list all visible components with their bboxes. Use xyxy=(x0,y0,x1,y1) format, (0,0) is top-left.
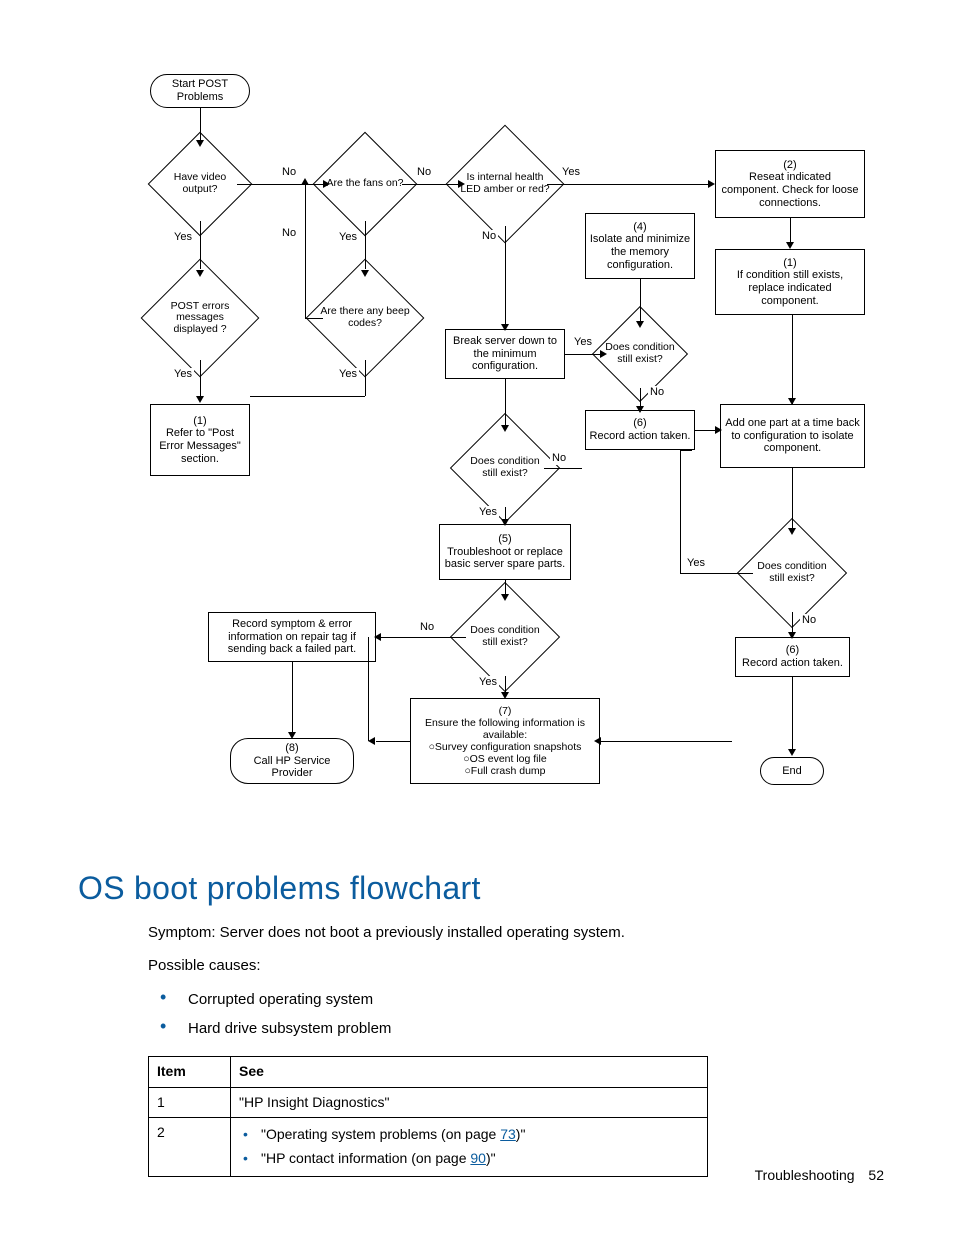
page-link[interactable]: 73 xyxy=(500,1126,516,1142)
decision-led: Is internal health LED amber or red? xyxy=(463,142,547,226)
terminator-callhp: (8) Call HP Service Provider xyxy=(230,738,354,784)
process-addone: Add one part at a time back to configura… xyxy=(720,404,865,468)
edge-yes: Yes xyxy=(477,676,499,689)
decision-cond-c1: Does condition still exist? xyxy=(466,429,544,507)
process-ensure: (7) Ensure the following information is … xyxy=(410,698,600,784)
cell-item: 2 xyxy=(149,1118,231,1176)
label: (1) If condition still exists, replace i… xyxy=(719,257,861,308)
col-item: Item xyxy=(149,1057,231,1088)
decision-beep: Are there any beep codes? xyxy=(323,276,407,360)
terminator-end: End xyxy=(760,757,824,785)
label: Start POST Problems xyxy=(154,78,246,103)
decision-fans: Are the fans on? xyxy=(328,147,402,221)
decision-cond-r1: Does condition still exist? xyxy=(606,320,674,388)
text: )" xyxy=(516,1126,526,1142)
cell-see: "HP Insight Diagnostics" xyxy=(231,1087,708,1118)
process-record-symptom: Record symptom & error information on re… xyxy=(208,612,376,662)
section-os-boot: OS boot problems flowchart Symptom: Serv… xyxy=(78,870,878,1177)
label: Have video output? xyxy=(155,139,245,229)
process-trouble: (5) Troubleshoot or replace basic server… xyxy=(439,524,571,580)
label: Does condition still exist? xyxy=(745,526,839,620)
edge-yes: Yes xyxy=(572,336,594,349)
label: (5) Troubleshoot or replace basic server… xyxy=(443,533,567,571)
footer-page: 52 xyxy=(868,1167,884,1183)
edge-yes: Yes xyxy=(337,368,359,381)
cause: Corrupted operating system xyxy=(188,991,373,1008)
process-isolate: (4) Isolate and minimize the memory conf… xyxy=(585,213,695,279)
label: Are the fans on? xyxy=(320,139,410,229)
label: Is internal health LED amber or red? xyxy=(455,134,555,234)
page-footer: Troubleshooting 52 xyxy=(755,1167,884,1183)
edge-no: No xyxy=(418,621,436,634)
label: (4) Isolate and minimize the memory conf… xyxy=(589,221,691,272)
edge-yes: Yes xyxy=(172,368,194,381)
edge-yes: Yes xyxy=(477,506,499,519)
cell-see: "Operating system problems (on page 73)"… xyxy=(231,1118,708,1176)
label: Add one part at a time back to configura… xyxy=(724,417,861,455)
decision-post-errors: POST errors messages displayed ? xyxy=(158,276,242,360)
reference-table: Item See 1 "HP Insight Diagnostics" 2 xyxy=(148,1056,708,1177)
edge-no: No xyxy=(280,227,298,240)
edge-no: No xyxy=(648,386,666,399)
label: Record symptom & error information on re… xyxy=(212,618,372,656)
document-page: Start POST Problems Have video output? N… xyxy=(0,0,954,1235)
table-row: 2 "Operating system problems (on page 73… xyxy=(149,1118,708,1176)
footer-section: Troubleshooting xyxy=(755,1167,855,1183)
label: Break server down to the minimum configu… xyxy=(449,335,561,373)
decision-cond-r2: Does condition still exist? xyxy=(753,534,831,612)
list-item: "Operating system problems (on page 73)" xyxy=(239,1124,699,1146)
label: (6) Record action taken. xyxy=(590,417,691,442)
process-break: Break server down to the minimum configu… xyxy=(445,329,565,379)
cell-item: 1 xyxy=(149,1087,231,1118)
edge-yes: Yes xyxy=(172,231,194,244)
edge-no: No xyxy=(415,166,433,179)
process-refer: (1) Refer to "Post Error Messages" secti… xyxy=(150,404,250,476)
edge-no: No xyxy=(280,166,298,179)
label: (8) Call HP Service Provider xyxy=(234,742,350,780)
label: (7) Ensure the following information is … xyxy=(414,705,596,777)
label: (1) Refer to "Post Error Messages" secti… xyxy=(154,415,246,466)
section-heading: OS boot problems flowchart xyxy=(78,870,878,907)
list-item: Hard drive subsystem problem xyxy=(148,1017,878,1040)
label: (6) Record action taken. xyxy=(742,644,843,669)
process-record-r: (6) Record action taken. xyxy=(585,410,695,450)
text: "HP contact information (on page xyxy=(261,1150,470,1166)
label: Does condition still exist? xyxy=(458,590,552,684)
edge-yes: Yes xyxy=(560,166,582,179)
text: "Operating system problems (on page xyxy=(261,1126,500,1142)
table-row: Item See xyxy=(149,1057,708,1088)
edge-no: No xyxy=(800,614,818,627)
process-reseat: (2) Reseat indicated component. Check fo… xyxy=(715,150,865,218)
edge-no: No xyxy=(480,230,498,243)
text: )" xyxy=(486,1150,496,1166)
edge-yes: Yes xyxy=(685,557,707,570)
flowchart: Start POST Problems Have video output? N… xyxy=(130,74,900,864)
process-record-r2: (6) Record action taken. xyxy=(735,637,850,677)
edge-yes: Yes xyxy=(337,231,359,244)
list-item: Corrupted operating system xyxy=(148,988,878,1011)
table-row: 1 "HP Insight Diagnostics" xyxy=(149,1087,708,1118)
label: End xyxy=(782,765,802,778)
page-link[interactable]: 90 xyxy=(470,1150,486,1166)
symptom-text: Symptom: Server does not boot a previous… xyxy=(148,921,878,944)
process-replace: (1) If condition still exists, replace i… xyxy=(715,249,865,315)
cause: Hard drive subsystem problem xyxy=(188,1020,391,1037)
list-item: "HP contact information (on page 90)" xyxy=(239,1148,699,1170)
decision-cond-c2: Does condition still exist? xyxy=(466,598,544,676)
possible-causes-label: Possible causes: xyxy=(148,954,878,977)
terminator-start: Start POST Problems xyxy=(150,74,250,108)
label: Does condition still exist? xyxy=(458,421,552,515)
decision-video: Have video output? xyxy=(163,147,237,221)
edge-no: No xyxy=(550,452,568,465)
label: Are there any beep codes? xyxy=(315,268,415,368)
label: (2) Reseat indicated component. Check fo… xyxy=(719,159,861,210)
causes-list: Corrupted operating system Hard drive su… xyxy=(148,988,878,1041)
col-see: See xyxy=(231,1057,708,1088)
label: POST errors messages displayed ? xyxy=(150,268,250,368)
